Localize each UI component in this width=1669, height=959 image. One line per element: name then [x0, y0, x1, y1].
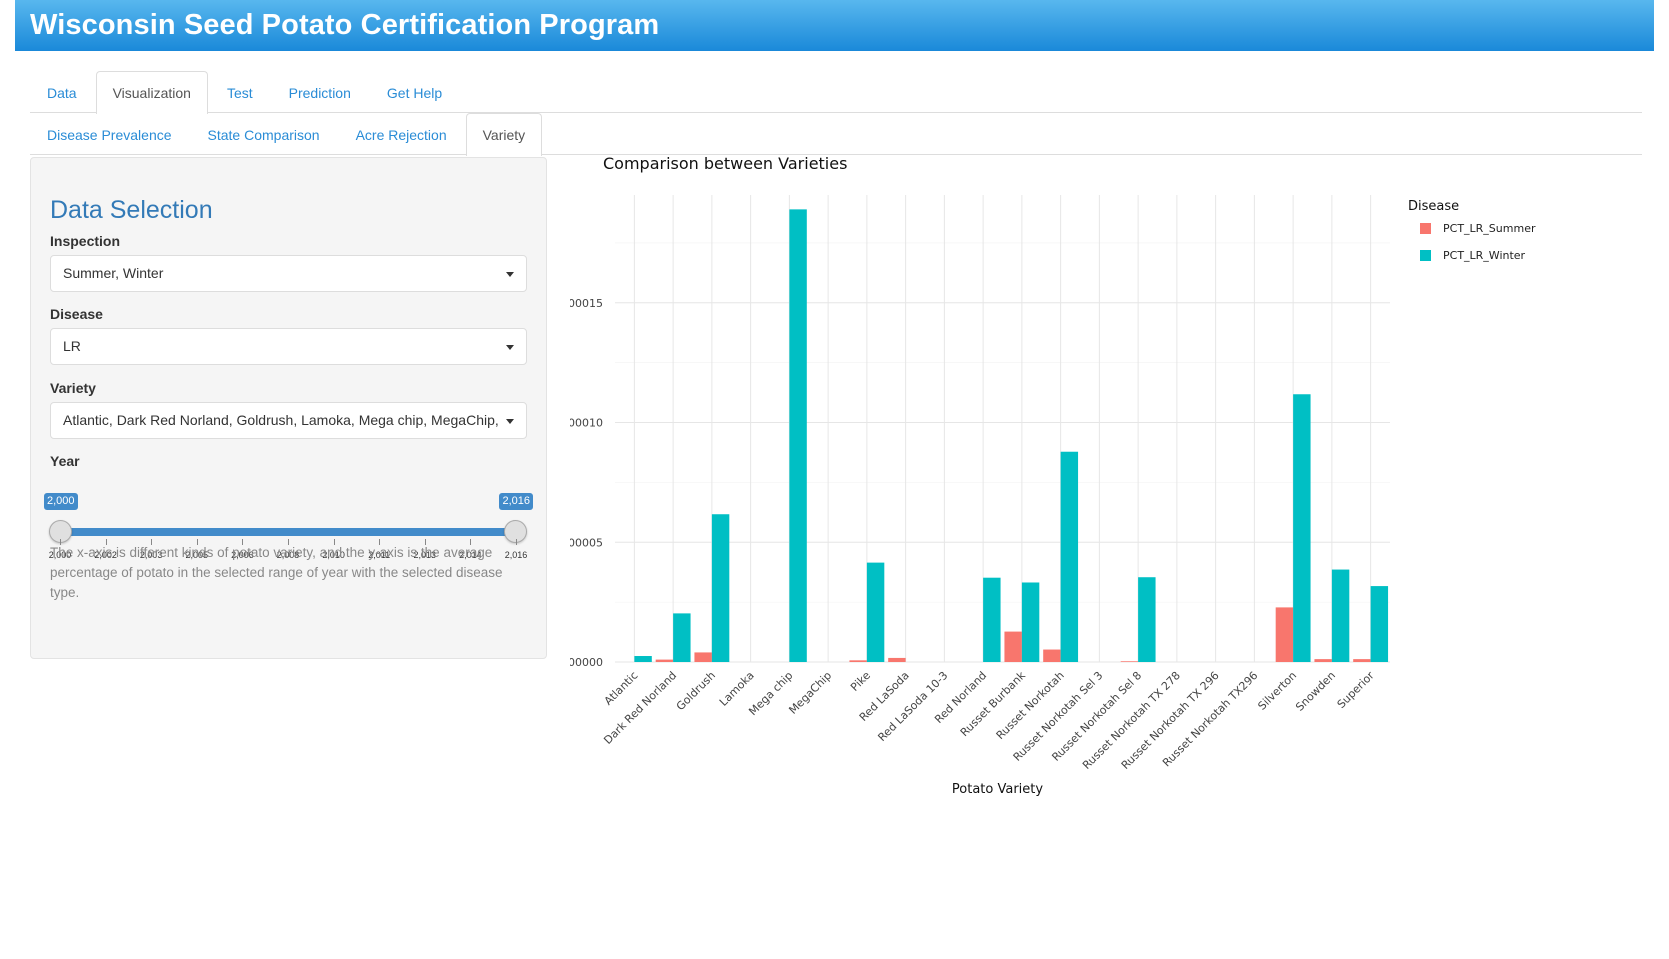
variety-label: Variety	[50, 380, 96, 396]
app-title: Wisconsin Seed Potato Certification Prog…	[30, 9, 660, 41]
disease-value: LR	[63, 338, 81, 354]
y-tick-label: 0.00015	[570, 297, 603, 310]
variety-chart: Comparison between Varieties 0.00000 0.000…	[570, 155, 1660, 855]
slider-track[interactable]	[60, 528, 516, 536]
sub-tabs: Disease Prevalence State Comparison Acre…	[30, 113, 1642, 156]
variety-value: Atlantic, Dark Red Norland, Goldrush, La…	[63, 412, 499, 428]
legend-key-PCT_LR_Winter	[1420, 250, 1431, 261]
legend-label: PCT_LR_Winter	[1443, 249, 1526, 262]
bar-PCT_LR_Winter	[983, 577, 1001, 662]
inspection-select[interactable]: Summer, Winter	[50, 255, 527, 292]
year-min-badge: 2,000	[44, 493, 78, 510]
inspection-value: Summer, Winter	[63, 265, 164, 281]
tab-disease-prevalence[interactable]: Disease Prevalence	[30, 113, 189, 155]
y-tick-label: 0.00010	[570, 417, 603, 430]
bar-PCT_LR_Summer	[1353, 659, 1371, 662]
main-tabs: Data Visualization Test Prediction Get H…	[30, 71, 1642, 114]
disease-select[interactable]: LR	[50, 328, 527, 365]
disease-label: Disease	[50, 306, 103, 322]
bar-PCT_LR_Winter	[789, 209, 807, 662]
chevron-down-icon	[506, 419, 514, 424]
tab-data[interactable]: Data	[30, 71, 94, 113]
bar-PCT_LR_Summer	[1043, 649, 1061, 662]
year-max-badge: 2,016	[499, 493, 533, 510]
bar-PCT_LR_Winter	[1021, 582, 1040, 662]
panel-title: Data Selection	[50, 196, 213, 224]
bar-PCT_LR_Winter	[1331, 569, 1350, 662]
tab-test[interactable]: Test	[210, 71, 270, 113]
tab-prediction[interactable]: Prediction	[272, 71, 368, 113]
x-tick-label: Dark Red Norland	[601, 669, 679, 747]
legend-label: PCT_LR_Summer	[1443, 222, 1536, 235]
x-tick-label: Red LaSoda 10-3	[875, 669, 950, 744]
chart-title: Comparison between Varieties	[603, 155, 847, 173]
x-tick-label: Silverton	[1255, 669, 1299, 713]
bar-PCT_LR_Winter	[673, 613, 691, 662]
data-selection-panel: Data Selection Inspection Summer, Winter…	[30, 157, 547, 659]
legend-title: Disease	[1408, 199, 1459, 214]
x-tick-label: MegaChip	[786, 669, 834, 717]
app-header: Wisconsin Seed Potato Certification Prog…	[15, 0, 1654, 51]
bar-PCT_LR_Winter	[1060, 451, 1079, 662]
x-tick-label: Lamoka	[717, 669, 757, 709]
chevron-down-icon	[506, 272, 514, 277]
y-tick-label: 0.00005	[570, 536, 603, 549]
bar-PCT_LR_Summer	[1120, 661, 1139, 662]
inspection-label: Inspection	[50, 233, 121, 249]
tab-acre-rejection[interactable]: Acre Rejection	[339, 113, 464, 155]
tab-variety[interactable]: Variety	[465, 113, 543, 156]
x-tick-label: Pike	[848, 669, 873, 694]
bar-PCT_LR_Winter	[1293, 394, 1311, 662]
x-tick-label: Goldrush	[674, 669, 718, 713]
x-tick-label: Atlantic	[602, 669, 641, 708]
bar-PCT_LR_Winter	[634, 656, 652, 662]
x-tick-label: Superior	[1335, 669, 1377, 711]
bar-PCT_LR_Winter	[866, 562, 885, 662]
bar-PCT_LR_Winter	[1370, 586, 1389, 662]
x-tick-label: Russet Burbank	[958, 668, 1029, 739]
bar-PCT_LR_Summer	[1004, 631, 1022, 662]
bar-PCT_LR_Summer	[888, 657, 906, 662]
year-label: Year	[50, 453, 80, 469]
chart-svg: Comparison between Varieties 0.00000 0.000…	[570, 155, 1536, 797]
bar-PCT_LR_Summer	[849, 660, 867, 662]
bar-PCT_LR_Winter	[1138, 577, 1156, 662]
bar-PCT_LR_Winter	[711, 514, 730, 662]
bar-PCT_LR_Summer	[655, 659, 674, 662]
variety-select[interactable]: Atlantic, Dark Red Norland, Goldrush, La…	[50, 402, 527, 439]
tab-visualization[interactable]: Visualization	[95, 71, 208, 114]
y-tick-label: 0.00000	[570, 656, 603, 669]
x-tick-label: Snowden	[1293, 669, 1338, 714]
bar-PCT_LR_Summer	[694, 652, 712, 662]
chevron-down-icon	[506, 345, 514, 350]
bar-PCT_LR_Summer	[1275, 607, 1294, 662]
tab-state-comparison[interactable]: State Comparison	[191, 113, 337, 155]
x-tick-label: Russet Norkotah	[994, 669, 1067, 742]
help-text: The x-axis is different kinds of potato …	[50, 545, 503, 600]
x-axis-title: Potato Variety	[952, 782, 1043, 797]
bar-PCT_LR_Summer	[1314, 659, 1332, 662]
legend-key-PCT_LR_Summer	[1420, 223, 1431, 234]
tab-get-help[interactable]: Get Help	[370, 71, 459, 113]
